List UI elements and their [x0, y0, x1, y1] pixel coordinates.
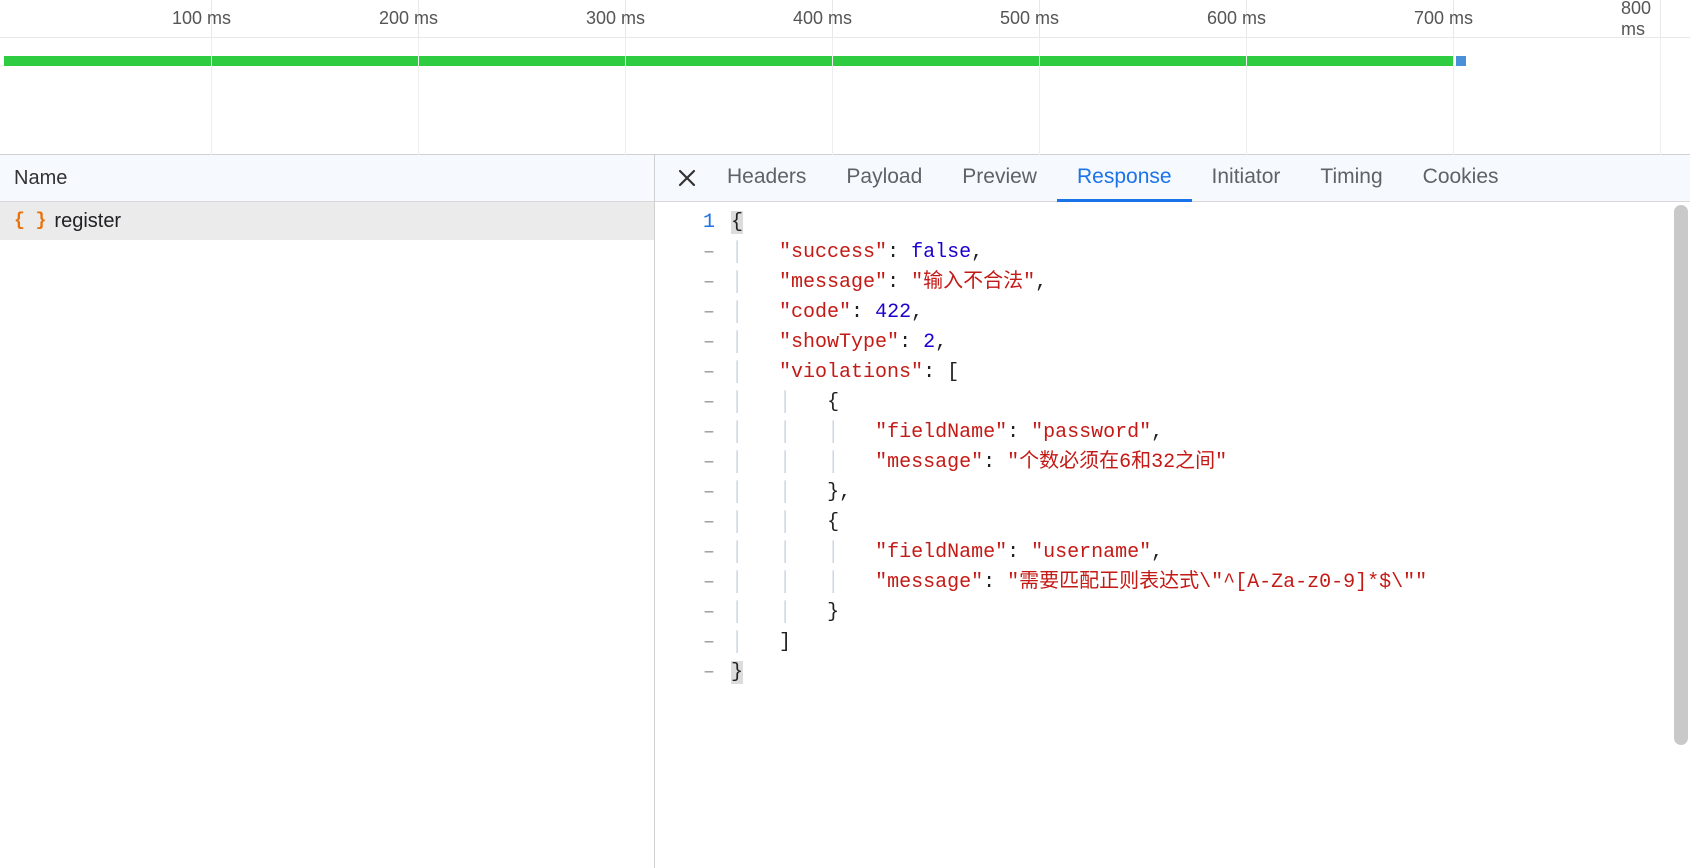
tab-timing[interactable]: Timing	[1300, 155, 1402, 202]
timeline-gridline	[1246, 38, 1247, 155]
timeline-request-bar[interactable]	[4, 56, 1454, 66]
timeline-tick: 100 ms	[211, 0, 271, 37]
timeline-tick-label: 500 ms	[1000, 8, 1059, 29]
timeline-tick: 200 ms	[418, 0, 478, 37]
timeline-tick-label: 300 ms	[586, 8, 645, 29]
timeline-gridline	[211, 38, 212, 155]
timeline-gridline	[832, 38, 833, 155]
timeline-tick: 800 ms	[1660, 0, 1690, 37]
requests-header[interactable]: Name	[0, 155, 654, 202]
split-pane: Name { } register HeadersPayloadPreviewRe…	[0, 155, 1690, 868]
code-gutter: 1–––––––––––––––	[655, 208, 725, 868]
timeline-tick: 500 ms	[1039, 0, 1099, 37]
response-code-viewer[interactable]: 1––––––––––––––– {│ "success": false,│ "…	[655, 202, 1690, 868]
timeline-tick: 600 ms	[1246, 0, 1306, 37]
details-tabs: HeadersPayloadPreviewResponseInitiatorTi…	[655, 155, 1690, 202]
tab-payload[interactable]: Payload	[826, 155, 942, 202]
timeline-request-end[interactable]	[1456, 56, 1466, 66]
timeline-tick: 400 ms	[832, 0, 892, 37]
tab-preview[interactable]: Preview	[942, 155, 1057, 202]
request-name: register	[54, 210, 121, 233]
tab-response[interactable]: Response	[1057, 155, 1192, 202]
close-icon[interactable]	[667, 155, 707, 202]
timeline-gridline	[625, 38, 626, 155]
requests-header-label: Name	[14, 167, 67, 190]
timeline-panel[interactable]: 100 ms 200 ms 300 ms 400 ms 500 ms 600 ms 700 …	[0, 0, 1690, 155]
details-panel: HeadersPayloadPreviewResponseInitiatorTi…	[655, 155, 1690, 868]
timeline-gridline	[1453, 38, 1454, 155]
timeline-gridline	[1660, 38, 1661, 155]
code-content[interactable]: {│ "success": false,│ "message": "输入不合法"…	[725, 208, 1690, 868]
timeline-gridline	[418, 38, 419, 155]
timeline-tick-label: 200 ms	[379, 8, 438, 29]
tab-cookies[interactable]: Cookies	[1403, 155, 1519, 202]
tab-headers[interactable]: Headers	[707, 155, 826, 202]
timeline-body[interactable]	[0, 38, 1690, 155]
timeline-tick-label: 100 ms	[172, 8, 231, 29]
timeline-gridline	[1039, 38, 1040, 155]
json-braces-icon: { }	[14, 211, 46, 231]
timeline-tick-label: 400 ms	[793, 8, 852, 29]
timeline-tick: 700 ms	[1453, 0, 1513, 37]
timeline-tick: 300 ms	[625, 0, 685, 37]
timeline-tick-label: 700 ms	[1414, 8, 1473, 29]
timeline-tick-label: 600 ms	[1207, 8, 1266, 29]
timeline-tick-label: 800 ms	[1621, 0, 1651, 40]
request-row[interactable]: { } register	[0, 202, 654, 240]
vertical-scrollbar[interactable]	[1674, 205, 1688, 745]
tab-initiator[interactable]: Initiator	[1192, 155, 1301, 202]
requests-panel: Name { } register	[0, 155, 655, 868]
timeline-ruler[interactable]: 100 ms 200 ms 300 ms 400 ms 500 ms 600 ms 700 …	[0, 0, 1690, 38]
